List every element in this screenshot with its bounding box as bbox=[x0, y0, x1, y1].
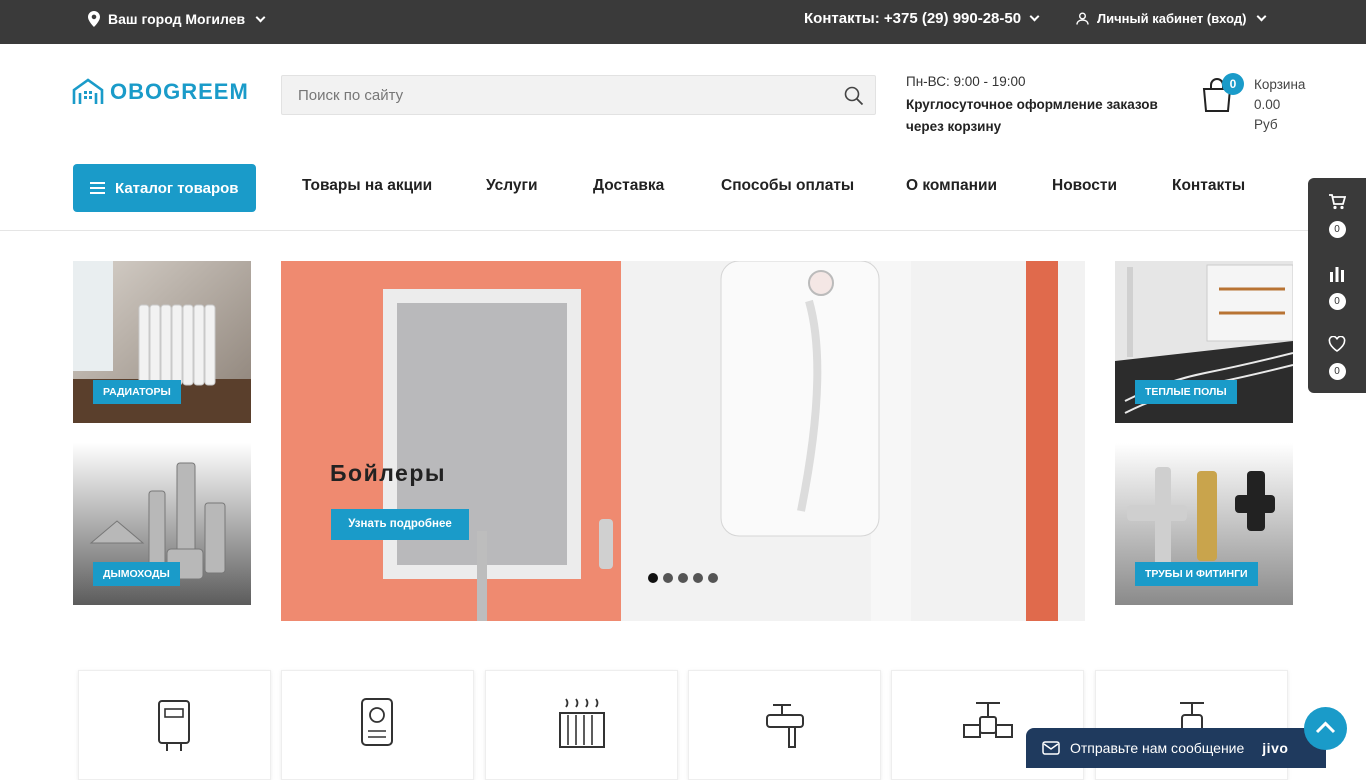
nav-item-news[interactable]: Новости bbox=[1052, 177, 1117, 195]
header-cart[interactable]: 0 Корзина 0.00 Руб bbox=[1200, 73, 1330, 135]
side-widget: 0 0 0 bbox=[1308, 178, 1366, 393]
side-cart[interactable]: 0 bbox=[1308, 194, 1366, 238]
category-card-radiator[interactable] bbox=[485, 670, 678, 780]
radiator-icon bbox=[559, 698, 605, 748]
logo-text: OBOGREEM bbox=[110, 79, 249, 104]
work-hours: Пн-ВС: 9:00 - 19:00 Круглосуточное оформ… bbox=[906, 71, 1166, 139]
chat-brand: jivo bbox=[1262, 740, 1289, 756]
account-label: Личный кабинет (вход) bbox=[1097, 11, 1247, 26]
contacts-label: Контакты: +375 (29) 990-28-50 bbox=[804, 10, 1022, 27]
cart-icon bbox=[1329, 194, 1347, 210]
learn-more-button[interactable]: Узнать подробнее bbox=[331, 509, 469, 540]
account-dropdown[interactable]: Личный кабинет (вход) bbox=[1076, 11, 1267, 26]
top-bar: Ваш город Могилев Контакты: +375 (29) 99… bbox=[0, 0, 1366, 44]
nav-item-promo[interactable]: Товары на акции bbox=[302, 177, 432, 195]
slider-dot[interactable] bbox=[678, 573, 688, 583]
tile-radiators[interactable]: РАДИАТОРЫ bbox=[73, 261, 251, 423]
side-favorites-count: 0 bbox=[1328, 363, 1346, 380]
category-card-valve[interactable] bbox=[688, 670, 881, 780]
chevron-down-icon bbox=[255, 12, 266, 22]
side-cart-count: 0 bbox=[1328, 221, 1346, 238]
slider-dot[interactable] bbox=[708, 573, 718, 583]
logo[interactable]: OBOGREEM bbox=[72, 78, 249, 106]
chevron-down-icon bbox=[1029, 11, 1040, 22]
cart-label: Корзина bbox=[1254, 77, 1306, 92]
heart-icon bbox=[1328, 335, 1346, 352]
catalog-button[interactable]: Каталог товаров bbox=[73, 164, 256, 212]
location-pin-icon bbox=[88, 11, 100, 27]
slider-dot[interactable] bbox=[693, 573, 703, 583]
search-bar bbox=[281, 75, 876, 115]
catalog-button-label: Каталог товаров bbox=[115, 179, 239, 197]
cart-amount: 0.00 bbox=[1254, 97, 1281, 112]
faucet-icon bbox=[963, 702, 1013, 738]
hero-slider: Бойлеры Узнать подробнее bbox=[281, 261, 1085, 621]
city-selector[interactable]: Ваш город Могилев bbox=[88, 11, 266, 27]
chat-widget[interactable]: Отправьте нам сообщение jivo bbox=[1026, 728, 1326, 768]
side-compare-count: 0 bbox=[1328, 293, 1346, 310]
user-icon bbox=[1076, 12, 1089, 25]
gas-boiler-icon bbox=[361, 698, 393, 746]
cart-count-badge: 0 bbox=[1222, 73, 1244, 95]
valve-icon bbox=[766, 704, 804, 748]
boiler-slide-image bbox=[281, 261, 1085, 621]
nav-item-delivery[interactable]: Доставка bbox=[593, 177, 664, 195]
tile-chimneys[interactable]: ДЫМОХОДЫ bbox=[73, 443, 251, 605]
tile-label: ТРУБЫ И ФИТИНГИ bbox=[1135, 562, 1258, 586]
cart-info: Корзина 0.00 Руб bbox=[1254, 75, 1305, 135]
side-compare[interactable]: 0 bbox=[1308, 266, 1366, 310]
tile-warm-floors[interactable]: ТЕПЛЫЕ ПОЛЫ bbox=[1115, 261, 1293, 423]
nav-item-services[interactable]: Услуги bbox=[486, 177, 538, 195]
nav-item-contacts[interactable]: Контакты bbox=[1172, 177, 1245, 195]
orders-note: Круглосуточное оформление заказов через … bbox=[906, 96, 1158, 135]
tile-pipes[interactable]: ТРУБЫ И ФИТИНГИ bbox=[1115, 443, 1293, 605]
slider-dot[interactable] bbox=[663, 573, 673, 583]
hours-text: Пн-ВС: 9:00 - 19:00 bbox=[906, 74, 1026, 89]
nav-item-payment[interactable]: Способы оплаты bbox=[721, 177, 854, 195]
cart-currency: Руб bbox=[1254, 117, 1278, 132]
tile-label: ТЕПЛЫЕ ПОЛЫ bbox=[1135, 380, 1237, 404]
header-divider bbox=[0, 230, 1308, 231]
electric-boiler-icon bbox=[158, 700, 190, 751]
menu-icon bbox=[90, 182, 105, 194]
nav-item-about[interactable]: О компании bbox=[906, 177, 997, 195]
category-card-gas-boiler[interactable] bbox=[281, 670, 474, 780]
city-label: Ваш город Могилев bbox=[108, 11, 246, 27]
search-input[interactable] bbox=[282, 76, 822, 114]
scroll-to-top-button[interactable] bbox=[1304, 707, 1347, 750]
contacts-dropdown[interactable]: Контакты: +375 (29) 990-28-50 bbox=[804, 10, 1040, 27]
search-icon[interactable] bbox=[843, 85, 865, 107]
tile-label: ДЫМОХОДЫ bbox=[93, 562, 180, 586]
slide-title: Бойлеры bbox=[330, 460, 447, 486]
message-icon bbox=[1042, 741, 1060, 755]
side-favorites[interactable]: 0 bbox=[1308, 335, 1366, 380]
tile-label: РАДИАТОРЫ bbox=[93, 380, 181, 404]
chevron-down-icon bbox=[1257, 11, 1267, 22]
chevron-up-icon bbox=[1315, 721, 1336, 734]
chat-label: Отправьте нам сообщение bbox=[1070, 740, 1245, 756]
category-card-electric-boiler[interactable] bbox=[78, 670, 271, 780]
slider-dot[interactable] bbox=[648, 573, 658, 583]
bar-chart-icon bbox=[1330, 267, 1344, 282]
slider-dots bbox=[648, 573, 718, 583]
house-logo-icon bbox=[72, 78, 104, 104]
